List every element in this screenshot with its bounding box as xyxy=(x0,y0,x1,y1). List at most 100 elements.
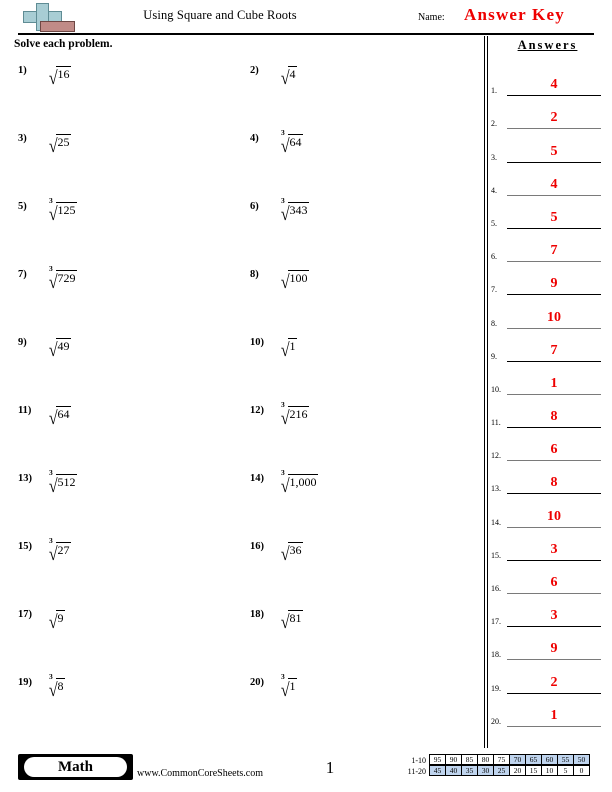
problem-item: 20) 3 √1 xyxy=(246,669,476,737)
radical-expression: √100 xyxy=(280,263,310,292)
radicand: 49 xyxy=(56,338,72,353)
answer-row: 10. 1 xyxy=(490,363,605,396)
answer-number: 4. xyxy=(491,185,497,195)
answer-number: 19. xyxy=(491,683,501,693)
answer-value: 9 xyxy=(550,641,558,657)
instruction-text: Solve each problem. xyxy=(14,38,113,50)
problem-expression: √81 xyxy=(280,603,304,633)
problem-row: 3) √25 4) 3 √64 xyxy=(14,125,480,193)
radical-sign-icon: √ xyxy=(280,612,290,633)
problem-row: 7) 3 √729 8) √100 xyxy=(14,261,480,329)
radicand: 1 xyxy=(288,678,298,693)
problem-expression: √64 xyxy=(48,399,72,428)
problem-expression: √100 xyxy=(280,263,310,292)
answer-value: 3 xyxy=(550,608,558,624)
worksheet-header: Using Square and Cube Roots Name: Answer… xyxy=(0,0,612,35)
score-grid-cell: 70 xyxy=(509,754,526,765)
answer-blank-line xyxy=(507,526,601,528)
radicand: 9 xyxy=(56,610,66,625)
answer-blank-line xyxy=(507,626,601,628)
radicand: 81 xyxy=(288,610,304,625)
score-grid-row-label: 1-10 xyxy=(411,756,426,765)
problem-row: 5) 3 √125 6) 3 √343 xyxy=(14,193,480,261)
answer-blank-line xyxy=(507,194,601,196)
problem-expression: √4 xyxy=(280,59,298,89)
answer-value: 4 xyxy=(550,77,558,93)
answer-blank-line xyxy=(507,95,601,97)
score-grid-cell: 95 xyxy=(429,754,446,765)
radicand: 4 xyxy=(288,66,298,81)
radicand: 16 xyxy=(56,66,72,81)
answer-number: 11. xyxy=(491,418,501,428)
radical-sign-icon: √ xyxy=(280,68,290,89)
problem-number: 16) xyxy=(250,541,264,552)
problem-row: 13) 3 √512 14) 3 √1,000 xyxy=(14,465,480,533)
problem-number: 12) xyxy=(250,405,264,416)
answer-row: 7. 9 xyxy=(490,263,605,296)
answer-number: 9. xyxy=(491,351,497,361)
radical-expression: 3 √1,000 xyxy=(280,467,319,497)
radicand: 1,000 xyxy=(288,474,319,489)
problem-expression: √36 xyxy=(280,535,304,564)
problem-expression: 3 √343 xyxy=(280,195,310,225)
answer-blank-line xyxy=(507,725,601,727)
score-grid-cell: 90 xyxy=(445,754,462,765)
answer-row: 17. 3 xyxy=(490,595,605,628)
problem-item: 11) √64 xyxy=(14,397,244,465)
radicand: 36 xyxy=(288,542,304,557)
answer-blank-line xyxy=(507,559,601,561)
answer-row: 2. 2 xyxy=(490,97,605,130)
score-grid-cell: 25 xyxy=(493,765,510,776)
answer-row: 13. 8 xyxy=(490,462,605,495)
problem-item: 10) √1 xyxy=(246,329,476,397)
problem-item: 8) √100 xyxy=(246,261,476,329)
problem-item: 2) √4 xyxy=(246,57,476,125)
answer-number: 15. xyxy=(491,550,501,560)
score-grid-cell: 30 xyxy=(477,765,494,776)
answer-row: 14. 10 xyxy=(490,495,605,528)
answer-blank-line xyxy=(507,327,601,329)
answer-value: 10 xyxy=(547,309,561,325)
radical-expression: 3 √8 xyxy=(48,671,66,700)
radical-sign-icon: √ xyxy=(280,476,290,497)
radicand: 64 xyxy=(288,134,304,149)
answers-heading: Answers xyxy=(517,38,578,52)
answer-blank-line xyxy=(507,360,601,362)
radical-expression: 3 √125 xyxy=(48,195,78,224)
page-title: Using Square and Cube Roots xyxy=(143,8,297,22)
answer-blank-line xyxy=(507,393,601,395)
answer-value: 4 xyxy=(550,176,558,192)
problem-expression: √25 xyxy=(48,127,72,157)
site-url: www.CommonCoreSheets.com xyxy=(137,768,264,779)
problem-number: 1) xyxy=(18,65,27,76)
answer-blank-line xyxy=(507,427,601,429)
radical-sign-icon: √ xyxy=(280,204,290,225)
score-grid-cell: 55 xyxy=(557,754,574,765)
answer-blank-line xyxy=(507,261,601,263)
answer-blank-line xyxy=(507,294,601,296)
radical-sign-icon: √ xyxy=(48,136,58,157)
problem-number: 14) xyxy=(250,473,264,484)
radicand: 8 xyxy=(56,678,66,693)
radicand: 1 xyxy=(288,338,298,353)
radical-expression: √49 xyxy=(48,331,72,360)
answer-number: 6. xyxy=(491,252,497,262)
problem-row: 1) √16 2) √4 xyxy=(14,57,480,125)
problem-item: 19) 3 √8 xyxy=(14,669,244,737)
problem-item: 7) 3 √729 xyxy=(14,261,244,329)
answer-value: 2 xyxy=(550,110,558,126)
answer-value: 10 xyxy=(547,508,561,524)
problem-number: 5) xyxy=(18,201,27,212)
radical-sign-icon: √ xyxy=(280,680,290,701)
answer-value: 8 xyxy=(550,475,558,491)
score-grid-cell: 75 xyxy=(493,754,510,765)
radical-sign-icon: √ xyxy=(48,68,58,89)
answer-row: 20. 1 xyxy=(490,695,605,728)
problem-number: 17) xyxy=(18,609,32,620)
radical-expression: 3 √27 xyxy=(48,535,72,564)
radicand: 729 xyxy=(56,270,78,285)
answer-value: 2 xyxy=(550,674,558,690)
worksheet-footer: Math www.CommonCoreSheets.com 1 1-10 95 90… xyxy=(0,748,612,792)
problem-expression: 3 √1 xyxy=(280,671,298,701)
answer-row: 15. 3 xyxy=(490,529,605,562)
